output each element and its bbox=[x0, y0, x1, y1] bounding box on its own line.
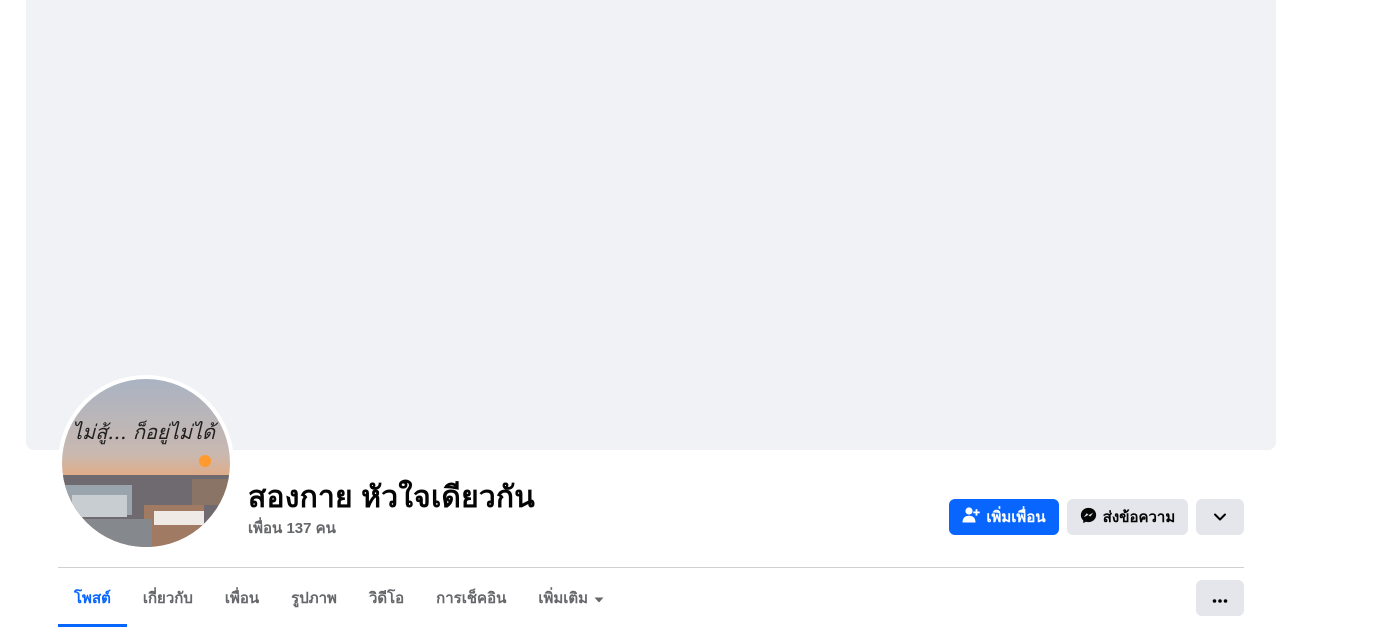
tab-checkins[interactable]: การเช็คอิน bbox=[420, 580, 522, 616]
caret-down-icon bbox=[594, 590, 604, 607]
profile-tabs: โพสต์ เกี่ยวกับ เพื่อน รูปภาพ วิดีโอ การ… bbox=[58, 580, 620, 628]
tab-posts[interactable]: โพสต์ bbox=[58, 580, 127, 627]
message-label: ส่งข้อความ bbox=[1102, 509, 1176, 526]
tab-about[interactable]: เกี่ยวกับ bbox=[127, 580, 209, 616]
tab-label: เพื่อน bbox=[224, 590, 260, 607]
tab-label: วิดีโอ bbox=[368, 590, 405, 607]
add-friend-label: เพิ่มเพื่อน bbox=[986, 509, 1046, 526]
person-plus-icon bbox=[962, 506, 981, 528]
messenger-icon bbox=[1080, 507, 1097, 528]
profile-divider bbox=[58, 567, 1244, 568]
tab-more[interactable]: เพิ่มเติม bbox=[522, 580, 620, 616]
tab-label: โพสต์ bbox=[74, 590, 111, 607]
profile-actions-dropdown[interactable] bbox=[1196, 499, 1244, 535]
more-options-button[interactable] bbox=[1196, 580, 1244, 616]
tab-label: เกี่ยวกับ bbox=[142, 590, 193, 607]
tab-friends[interactable]: เพื่อน bbox=[209, 580, 275, 616]
add-friend-button[interactable]: เพิ่มเพื่อน bbox=[949, 499, 1059, 535]
tab-label: รูปภาพ bbox=[291, 590, 337, 607]
profile-name: สองกาย หัวใจเดียวกัน bbox=[248, 481, 535, 514]
tab-label: เพิ่มเติม bbox=[538, 590, 589, 607]
tab-photos[interactable]: รูปภาพ bbox=[275, 580, 353, 616]
active-tab-indicator bbox=[58, 624, 127, 627]
friends-count[interactable]: เพื่อน 137 คน bbox=[248, 516, 336, 540]
avatar-photo: ไม่สู้... ก็อยู่ไม่ได้ bbox=[62, 379, 230, 547]
tab-videos[interactable]: วิดีโอ bbox=[353, 580, 420, 616]
avatar-caption: ไม่สู้... ก็อยู่ไม่ได้ bbox=[72, 420, 219, 445]
tab-label: การเช็คอิน bbox=[436, 590, 507, 607]
chevron-down-icon bbox=[1213, 509, 1227, 526]
ellipsis-icon bbox=[1212, 590, 1228, 607]
message-button[interactable]: ส่งข้อความ bbox=[1067, 499, 1188, 535]
profile-avatar[interactable]: ไม่สู้... ก็อยู่ไม่ได้ bbox=[58, 375, 234, 551]
